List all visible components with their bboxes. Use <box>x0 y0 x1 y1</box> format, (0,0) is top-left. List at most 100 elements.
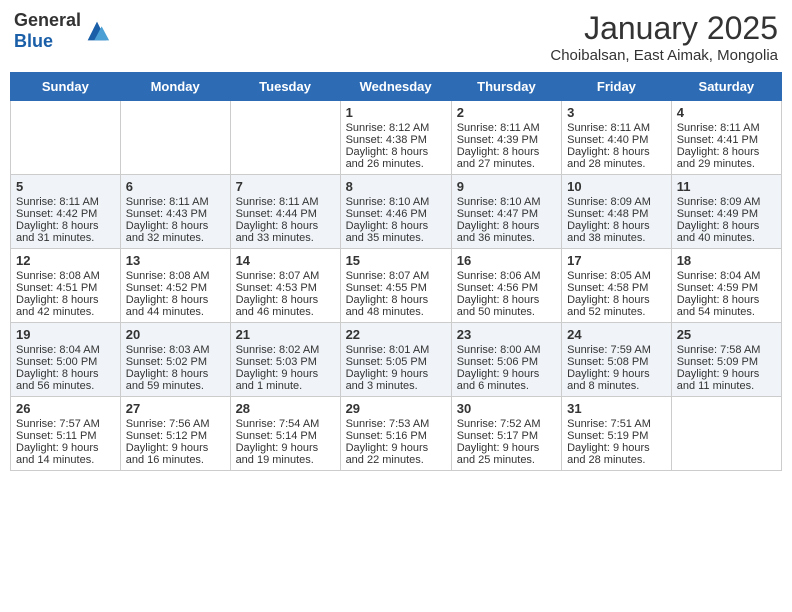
cell-text: Sunrise: 8:02 AM <box>236 344 335 356</box>
day-number: 17 <box>567 253 666 268</box>
cell-text: Sunrise: 8:11 AM <box>457 122 556 134</box>
calendar-cell: 10 Sunrise: 8:09 AMSunset: 4:48 PMDayligh… <box>562 175 672 249</box>
day-number: 20 <box>126 327 225 342</box>
day-number: 19 <box>16 327 115 342</box>
cell-text: Daylight: 8 hours and 35 minutes. <box>346 220 446 244</box>
cell-text: Sunrise: 8:03 AM <box>126 344 225 356</box>
calendar-cell: 17Sunrise: 8:05 AMSunset: 4:58 PMDayligh… <box>562 249 672 323</box>
calendar-cell: 12Sunrise: 8:08 AMSunset: 4:51 PMDayligh… <box>11 249 121 323</box>
cell-text: Sunrise: 8:11 AM <box>677 122 776 134</box>
cell-text: Sunset: 4:48 PM <box>567 208 666 220</box>
cell-text: Daylight: 8 hours and 36 minutes. <box>457 220 556 244</box>
calendar-cell: 4Sunrise: 8:11 AMSunset: 4:41 PMDaylight… <box>671 101 781 175</box>
calendar-cell: 8Sunrise: 8:10 AMSunset: 4:46 PMDaylight… <box>340 175 451 249</box>
cell-text: Sunrise: 7:59 AM <box>567 344 666 356</box>
cell-text: Sunset: 4:43 PM <box>126 208 225 220</box>
cell-text: Daylight: 9 hours and 16 minutes. <box>126 442 225 466</box>
cell-text: Sunset: 4:44 PM <box>236 208 335 220</box>
cell-text: Daylight: 8 hours and 33 minutes. <box>236 220 335 244</box>
cell-text: Daylight: 9 hours and 22 minutes. <box>346 442 446 466</box>
day-number: 12 <box>16 253 115 268</box>
cell-text: Sunrise: 8:06 AM <box>457 270 556 282</box>
cell-text: Sunrise: 8:08 AM <box>16 270 115 282</box>
day-number: 3 <box>567 105 666 120</box>
day-number: 25 <box>677 327 776 342</box>
cell-text: Sunset: 4:51 PM <box>16 282 115 294</box>
day-header-sunday: Sunday <box>11 73 121 101</box>
calendar-cell: 3Sunrise: 8:11 AMSunset: 4:40 PMDaylight… <box>562 101 672 175</box>
cell-text: Daylight: 8 hours and 27 minutes. <box>457 146 556 170</box>
calendar-cell: 21Sunrise: 8:02 AMSunset: 5:03 PMDayligh… <box>230 323 340 397</box>
cell-text: Daylight: 9 hours and 14 minutes. <box>16 442 115 466</box>
cell-text: Daylight: 8 hours and 59 minutes. <box>126 368 225 392</box>
cell-text: Sunrise: 8:08 AM <box>126 270 225 282</box>
calendar-cell <box>11 101 121 175</box>
cell-text: Daylight: 9 hours and 3 minutes. <box>346 368 446 392</box>
day-number: 4 <box>677 105 776 120</box>
day-header-friday: Friday <box>562 73 672 101</box>
day-number: 16 <box>457 253 556 268</box>
cell-text: Sunset: 4:39 PM <box>457 134 556 146</box>
calendar-cell: 20Sunrise: 8:03 AMSunset: 5:02 PMDayligh… <box>120 323 230 397</box>
cell-text: Daylight: 9 hours and 25 minutes. <box>457 442 556 466</box>
day-header-wednesday: Wednesday <box>340 73 451 101</box>
day-number: 24 <box>567 327 666 342</box>
calendar-cell: 16Sunrise: 8:06 AMSunset: 4:56 PMDayligh… <box>451 249 561 323</box>
cell-text: Sunrise: 8:11 AM <box>567 122 666 134</box>
calendar-cell: 13Sunrise: 8:08 AMSunset: 4:52 PMDayligh… <box>120 249 230 323</box>
cell-text: Sunset: 5:19 PM <box>567 430 666 442</box>
cell-text: Sunset: 4:59 PM <box>677 282 776 294</box>
day-number: 10 <box>567 179 666 194</box>
cell-text: Sunrise: 8:01 AM <box>346 344 446 356</box>
day-number: 8 <box>346 179 446 194</box>
day-number: 23 <box>457 327 556 342</box>
cell-text: Sunset: 4:55 PM <box>346 282 446 294</box>
cell-text: Sunrise: 8:10 AM <box>346 196 446 208</box>
cell-text: Daylight: 9 hours and 8 minutes. <box>567 368 666 392</box>
calendar-cell: 15Sunrise: 8:07 AMSunset: 4:55 PMDayligh… <box>340 249 451 323</box>
day-header-thursday: Thursday <box>451 73 561 101</box>
day-number: 28 <box>236 401 335 416</box>
calendar-cell: 30Sunrise: 7:52 AMSunset: 5:17 PMDayligh… <box>451 397 561 471</box>
day-number: 22 <box>346 327 446 342</box>
cell-text: Sunset: 5:16 PM <box>346 430 446 442</box>
cell-text: Sunset: 4:58 PM <box>567 282 666 294</box>
calendar-cell: 23Sunrise: 8:00 AMSunset: 5:06 PMDayligh… <box>451 323 561 397</box>
logo-icon <box>83 17 111 45</box>
cell-text: Sunset: 4:40 PM <box>567 134 666 146</box>
calendar-cell: 22Sunrise: 8:01 AMSunset: 5:05 PMDayligh… <box>340 323 451 397</box>
calendar-cell: 1Sunrise: 8:12 AMSunset: 4:38 PMDaylight… <box>340 101 451 175</box>
cell-text: Sunrise: 8:11 AM <box>236 196 335 208</box>
calendar-cell: 26Sunrise: 7:57 AMSunset: 5:11 PMDayligh… <box>11 397 121 471</box>
day-header-saturday: Saturday <box>671 73 781 101</box>
calendar-cell: 18Sunrise: 8:04 AMSunset: 4:59 PMDayligh… <box>671 249 781 323</box>
calendar-cell <box>671 397 781 471</box>
cell-text: Daylight: 8 hours and 38 minutes. <box>567 220 666 244</box>
cell-text: Sunset: 4:47 PM <box>457 208 556 220</box>
cell-text: Sunrise: 8:04 AM <box>16 344 115 356</box>
cell-text: Sunrise: 8:07 AM <box>236 270 335 282</box>
day-number: 27 <box>126 401 225 416</box>
logo-blue: Blue <box>14 31 53 51</box>
day-number: 21 <box>236 327 335 342</box>
cell-text: Sunset: 5:06 PM <box>457 356 556 368</box>
day-number: 2 <box>457 105 556 120</box>
cell-text: Sunrise: 8:09 AM <box>567 196 666 208</box>
cell-text: Sunrise: 7:58 AM <box>677 344 776 356</box>
calendar-cell: 19Sunrise: 8:04 AMSunset: 5:00 PMDayligh… <box>11 323 121 397</box>
calendar-cell: 31Sunrise: 7:51 AMSunset: 5:19 PMDayligh… <box>562 397 672 471</box>
day-number: 9 <box>457 179 556 194</box>
cell-text: Sunset: 5:14 PM <box>236 430 335 442</box>
day-number: 11 <box>677 179 776 194</box>
cell-text: Sunrise: 7:51 AM <box>567 418 666 430</box>
cell-text: Sunset: 5:17 PM <box>457 430 556 442</box>
day-number: 6 <box>126 179 225 194</box>
cell-text: Sunrise: 8:04 AM <box>677 270 776 282</box>
day-number: 5 <box>16 179 115 194</box>
calendar-cell: 25Sunrise: 7:58 AMSunset: 5:09 PMDayligh… <box>671 323 781 397</box>
cell-text: Daylight: 8 hours and 32 minutes. <box>126 220 225 244</box>
month-title: January 2025 <box>550 10 778 47</box>
cell-text: Daylight: 8 hours and 54 minutes. <box>677 294 776 318</box>
location-subtitle: Choibalsan, East Aimak, Mongolia <box>550 47 778 64</box>
calendar-cell: 11Sunrise: 8:09 AMSunset: 4:49 PMDayligh… <box>671 175 781 249</box>
